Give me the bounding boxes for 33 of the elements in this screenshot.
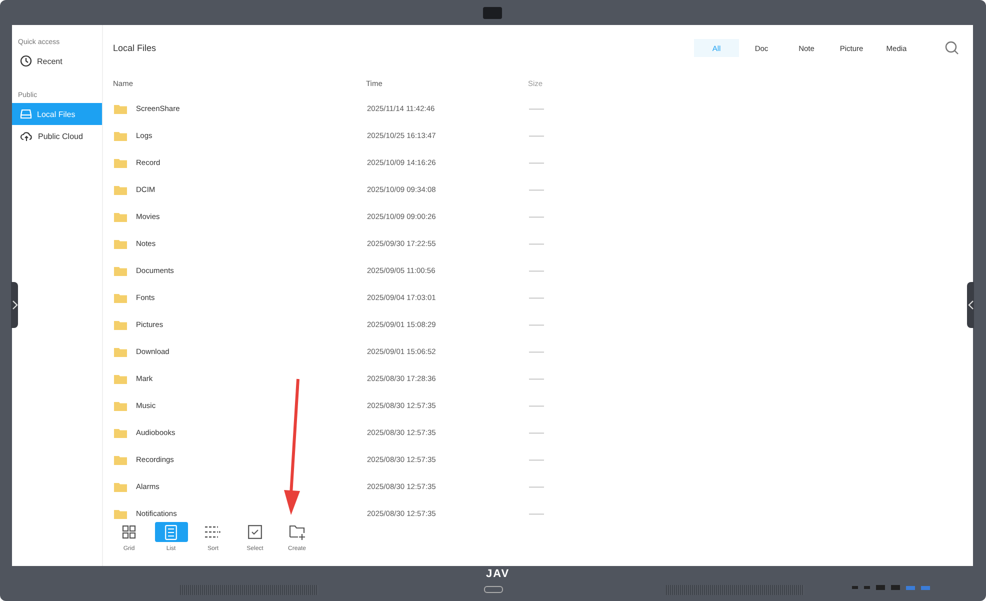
folder-icon [114,130,127,140]
sidebar-item[interactable]: Public Cloud [12,125,102,147]
cloud-icon [20,130,33,142]
grid-icon [122,525,136,539]
folder-icon [114,482,127,492]
checkbox-icon [248,525,262,539]
clock-icon [20,55,32,67]
folder-icon [114,158,127,168]
new-folder-icon [288,524,306,540]
side-handle-icon[interactable] [967,282,974,328]
folder-icon [114,292,127,302]
folder-icon [114,428,127,438]
folder-icon [114,104,127,114]
sidebar-item[interactable]: Recent [12,50,102,72]
power-button[interactable] [484,586,503,593]
folder-icon [114,400,127,410]
folder-icon [114,508,127,518]
page-title: Local Files [113,43,156,53]
folder-icon [114,238,127,248]
camera-icon [483,7,502,19]
folder-icon [114,266,127,276]
side-handle-icon[interactable] [11,282,18,328]
brand-logo: JAV [486,568,510,580]
folder-icon [114,320,127,330]
folder-icon [114,374,127,384]
search-icon[interactable] [945,41,959,55]
folder-icon [114,212,127,222]
folder-icon [114,346,127,356]
folder-icon [114,184,127,194]
folder-icon [114,454,127,464]
drive-icon [20,108,32,120]
sort-icon [205,526,221,538]
list-icon [165,524,177,540]
